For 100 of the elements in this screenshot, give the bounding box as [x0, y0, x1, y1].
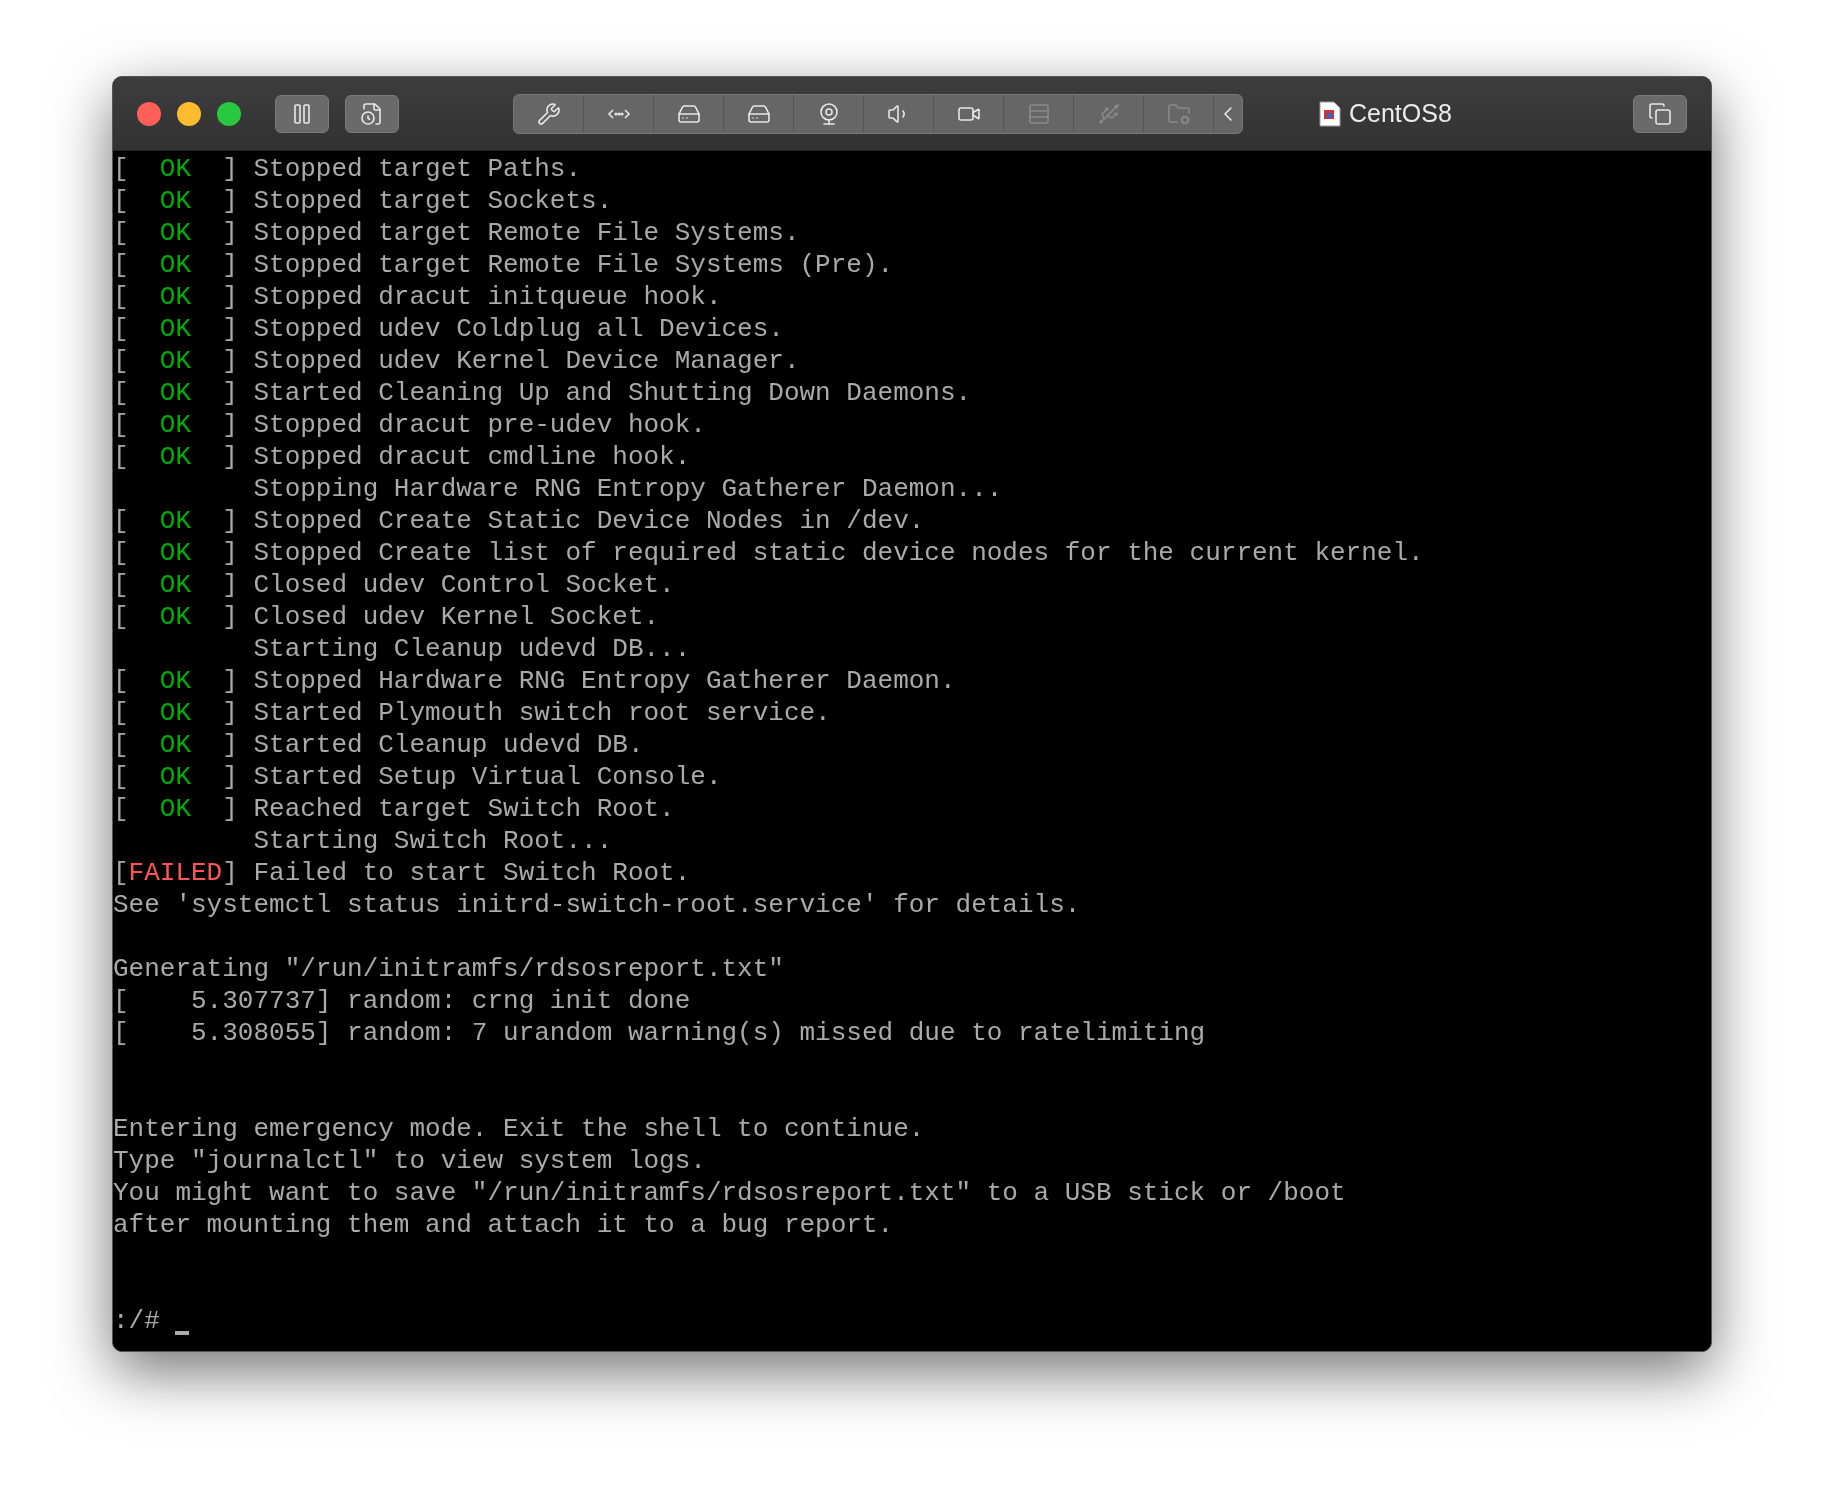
status-bracket: ] [222, 442, 238, 472]
log-message: Stopped udev Coldplug all Devices. [253, 314, 784, 344]
status-bracket: [ [113, 442, 129, 472]
status-bracket: ] [222, 730, 238, 760]
console-text: after mounting them and attach it to a bug report. [113, 1210, 894, 1240]
status-bracket: ] [222, 666, 238, 696]
log-message: Stopping Hardware RNG Entropy Gatherer Daemon... [253, 474, 1003, 504]
status-bracket: ] [222, 506, 238, 536]
status-bracket: [ [113, 346, 129, 376]
status-label: OK [158, 409, 192, 441]
status-bracket: [ [113, 762, 129, 792]
log-message: Failed to start Switch Root. [253, 858, 691, 888]
status-label: FAILED [128, 857, 223, 889]
console-text: [ 5.307737] random: crng init done [113, 986, 691, 1016]
status-bracket: [ [113, 314, 129, 344]
status-label: OK [158, 217, 192, 249]
log-message: Stopped target Paths. [253, 154, 582, 184]
status-bracket: ] [222, 410, 238, 440]
log-message: Stopped dracut initqueue hook. [253, 282, 722, 312]
status-bracket: [ [113, 858, 129, 888]
status-label: OK [158, 601, 192, 633]
status-label: OK [158, 345, 192, 377]
status-bracket: [ [113, 378, 129, 408]
status-bracket: [ [113, 570, 129, 600]
status-bracket: ] [222, 186, 238, 216]
log-message: Stopped Create list of required static device nodes for the current kernel. [253, 538, 1424, 568]
status-bracket: [ [113, 538, 129, 568]
log-message: Stopped target Sockets. [253, 186, 613, 216]
status-label: OK [158, 281, 192, 313]
log-message: Stopped Hardware RNG Entropy Gatherer Daemon. [253, 666, 956, 696]
console-text: Type "journalctl" to view system logs. [113, 1146, 706, 1176]
console-text: See 'systemctl status initrd-switch-root.service' for details. [113, 890, 1081, 920]
status-bracket: [ [113, 410, 129, 440]
log-message: Started Plymouth switch root service. [253, 698, 831, 728]
status-bracket: [ [113, 506, 129, 536]
status-label: OK [158, 569, 192, 601]
status-label: OK [158, 505, 192, 537]
status-label: OK [158, 761, 192, 793]
log-message: Stopped udev Kernel Device Manager. [253, 346, 800, 376]
status-bracket: [ [113, 698, 129, 728]
status-bracket: [ [113, 602, 129, 632]
status-bracket: ] [222, 570, 238, 600]
status-bracket: ] [222, 250, 238, 280]
toolbar-button[interactable] [1633, 94, 1687, 133]
status-label: OK [158, 249, 192, 281]
log-message: Started Setup Virtual Console. [253, 762, 722, 792]
status-label: OK [158, 153, 192, 185]
zoom-button[interactable] [217, 101, 241, 126]
log-message: Starting Cleanup udevd DB... [253, 634, 691, 664]
status-bracket: ] [222, 538, 238, 568]
minimize-button[interactable] [177, 101, 201, 126]
toolbar-button[interactable] [275, 94, 329, 133]
status-bracket: [ [113, 154, 129, 184]
log-message: Started Cleanup udevd DB. [253, 730, 644, 760]
status-label: OK [158, 377, 192, 409]
status-bracket: ] [222, 218, 238, 248]
status-label: OK [158, 441, 192, 473]
status-label: OK [158, 313, 192, 345]
toolbar-button[interactable] [345, 94, 399, 133]
status-label: OK [158, 537, 192, 569]
status-bracket: [ [113, 794, 129, 824]
status-bracket: ] [222, 762, 238, 792]
status-label: OK [158, 665, 192, 697]
close-button[interactable] [137, 101, 161, 126]
status-bracket: [ [113, 250, 129, 280]
status-bracket: ] [222, 698, 238, 728]
log-message: Started Cleaning Up and Shutting Down Daemons. [253, 378, 972, 408]
log-message: Stopped target Remote File Systems (Pre). [253, 250, 894, 280]
log-message: Closed udev Control Socket. [253, 570, 675, 600]
status-bracket: ] [222, 794, 238, 824]
log-message: Reached target Switch Root. [253, 794, 675, 824]
status-bracket: ] [222, 602, 238, 632]
document-icon [1319, 100, 1341, 127]
status-bracket: ] [222, 282, 238, 312]
status-bracket: ] [222, 314, 238, 344]
status-bracket: [ [113, 186, 129, 216]
console-text: Generating "/run/initramfs/rdsosreport.txt" [113, 954, 784, 984]
log-message: Stopped Create Static Device Nodes in /dev. [253, 506, 925, 536]
log-message: Stopped dracut cmdline hook. [253, 442, 691, 472]
status-bracket: [ [113, 282, 129, 312]
log-message: Stopped target Remote File Systems. [253, 218, 800, 248]
status-bracket: [ [113, 730, 129, 760]
status-bracket: ] [222, 858, 238, 888]
log-message: Stopped dracut pre-udev hook. [253, 410, 706, 440]
status-bracket: ] [222, 378, 238, 408]
status-label: OK [158, 185, 192, 217]
status-label: OK [158, 729, 192, 761]
window-title: CentOS8 [1349, 97, 1452, 129]
shell-prompt: :/# [113, 1305, 160, 1337]
text-cursor [175, 1331, 190, 1335]
status-bracket: [ [113, 218, 129, 248]
console-text: Entering emergency mode. Exit the shell to continue. [113, 1114, 925, 1144]
status-bracket: ] [222, 346, 238, 376]
log-message: Starting Switch Root... [253, 826, 613, 856]
status-label: OK [158, 697, 192, 729]
status-bracket: [ [113, 666, 129, 696]
log-message: Closed udev Kernel Socket. [253, 602, 660, 632]
console-text: You might want to save "/run/initramfs/rdsosreport.txt" to a USB stick or /boot [113, 1178, 1346, 1208]
status-label: OK [158, 793, 192, 825]
console-text: [ 5.308055] random: 7 urandom warning(s) missed due to ratelimiting [113, 1018, 1206, 1048]
